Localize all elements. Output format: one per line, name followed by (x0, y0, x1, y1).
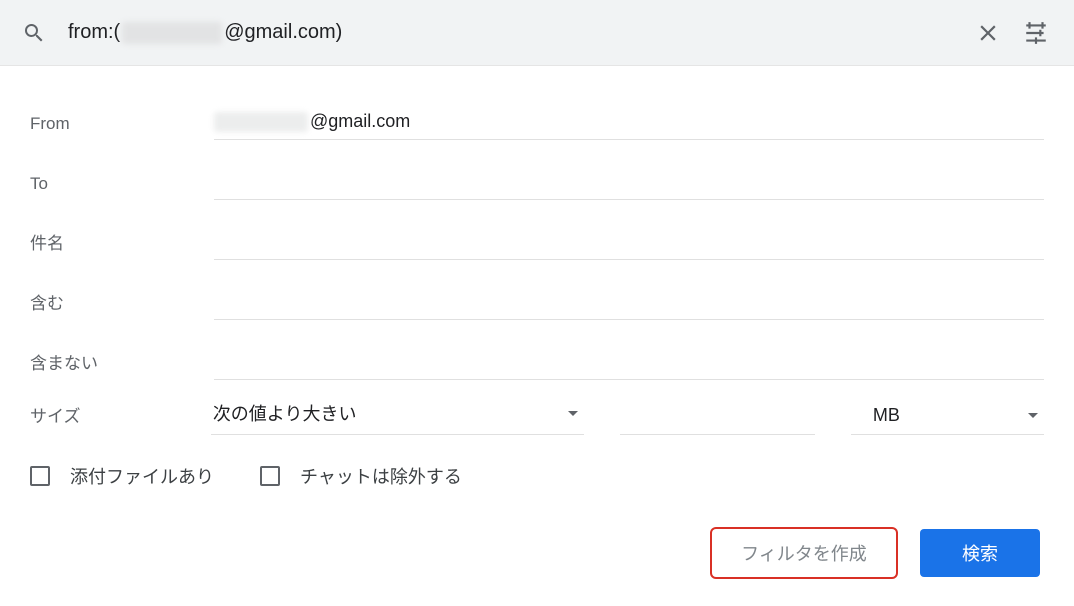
doesnt-have-row: 含まない (30, 336, 1044, 380)
search-text-suffix: ) (336, 21, 343, 44)
checkbox-icon (260, 466, 280, 486)
size-compare-value: 次の値より大きい (213, 400, 357, 426)
subject-label: 件名 (30, 229, 214, 260)
checkbox-row: 添付ファイルあり チャットは除外する (30, 463, 1044, 489)
size-row: サイズ 次の値より大きい MB (30, 396, 1044, 435)
from-input[interactable]: @gmail.com (214, 108, 1044, 140)
search-options-button[interactable] (1016, 13, 1056, 53)
search-input[interactable]: from:( @gmail.com ) (68, 21, 968, 44)
search-button-label: 検索 (962, 540, 998, 566)
search-text-prefix: from:( (68, 21, 120, 44)
to-row: To (30, 156, 1044, 200)
from-value-suffix: @gmail.com (310, 111, 410, 132)
exclude-chats-checkbox[interactable]: チャットは除外する (260, 463, 462, 489)
size-value-input[interactable] (620, 401, 815, 435)
exclude-chats-label: チャットは除外する (300, 463, 462, 489)
chevron-down-icon (1028, 413, 1038, 418)
from-row: From @gmail.com (30, 96, 1044, 140)
has-attachment-checkbox[interactable]: 添付ファイルあり (30, 463, 214, 489)
doesnt-have-label: 含まない (30, 349, 214, 380)
subject-input[interactable] (214, 228, 1044, 260)
button-row: フィルタを作成 検索 (30, 529, 1044, 577)
chevron-down-icon (568, 411, 578, 416)
checkbox-icon (30, 466, 50, 486)
size-compare-select[interactable]: 次の値より大きい (211, 396, 585, 435)
search-button[interactable]: 検索 (920, 529, 1040, 577)
redacted-text (122, 22, 222, 44)
search-text-domain: @gmail.com (224, 21, 335, 44)
size-unit-select[interactable]: MB (851, 401, 1044, 435)
create-filter-label: フィルタを作成 (741, 540, 867, 566)
from-label: From (30, 114, 214, 140)
clear-search-button[interactable] (968, 13, 1008, 53)
size-unit-value: MB (873, 405, 900, 426)
redacted-text (214, 112, 308, 132)
to-label: To (30, 174, 214, 200)
subject-row: 件名 (30, 216, 1044, 260)
doesnt-have-input[interactable] (214, 348, 1044, 380)
search-icon (22, 21, 46, 45)
has-attachment-label: 添付ファイルあり (70, 463, 214, 489)
size-label: サイズ (30, 402, 211, 435)
to-input[interactable] (214, 168, 1044, 200)
has-words-input[interactable] (214, 288, 1044, 320)
has-words-row: 含む (30, 276, 1044, 320)
search-bar: from:( @gmail.com ) (0, 0, 1074, 66)
create-filter-button[interactable]: フィルタを作成 (712, 529, 896, 577)
advanced-search-form: From @gmail.com To 件名 含む 含まない サイズ 次の値より大… (0, 66, 1074, 577)
has-words-label: 含む (30, 289, 214, 320)
